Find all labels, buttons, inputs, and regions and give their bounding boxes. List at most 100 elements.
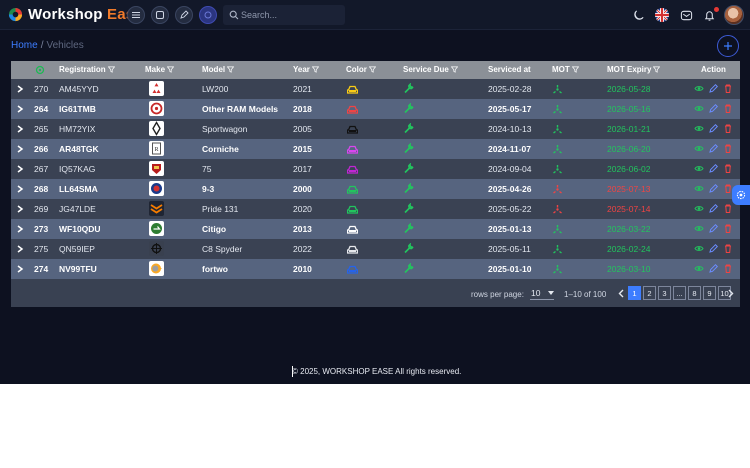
col-model[interactable]: Model: [202, 65, 235, 74]
expand-chevron-icon[interactable]: [17, 85, 24, 93]
col-mot[interactable]: MOT: [552, 65, 579, 74]
table-row[interactable]: 273 WF10QDU Citigo 2013 2025-01-13 2026-03-22: [11, 219, 740, 239]
table-row[interactable]: 275 QN59IEP C8 Spyder 2022 2025-05-11 2026-02…: [11, 239, 740, 259]
hamburger-icon: [132, 11, 140, 19]
expand-chevron-icon[interactable]: [17, 225, 24, 233]
messages-button[interactable]: [679, 8, 693, 22]
car-color-icon: [347, 165, 358, 174]
expand-chevron-icon[interactable]: [17, 165, 24, 173]
table-row[interactable]: 266 AR48TGK R Corniche 2015 2024-11-07 2026-06…: [11, 139, 740, 159]
edit-pencil-icon[interactable]: [708, 83, 718, 94]
table-row[interactable]: 268 LL64SMA 9-3 2000 2025-04-26 2025-07-13: [11, 179, 740, 199]
delete-trash-icon[interactable]: [723, 163, 733, 174]
dark-mode-toggle[interactable]: [631, 8, 645, 22]
table-row[interactable]: 269 JG47LDE Pride 131 2020 2025-05-22 2025-07…: [11, 199, 740, 219]
edit-pencil-icon[interactable]: [708, 143, 718, 154]
mot-expiry-cell: 2026-03-10: [607, 264, 651, 274]
filter-icon[interactable]: [653, 66, 661, 73]
page-ellipsis: ...: [673, 286, 686, 300]
expand-chevron-icon[interactable]: [17, 205, 24, 213]
view-eye-icon[interactable]: [694, 103, 704, 114]
view-eye-icon[interactable]: [694, 83, 704, 94]
mitsubishi-logo: [149, 81, 164, 96]
filter-icon[interactable]: [368, 66, 376, 73]
expand-chevron-icon[interactable]: [17, 265, 24, 273]
breadcrumb-home-link[interactable]: Home: [11, 40, 38, 51]
table-row[interactable]: 270 AM45YYD LW200 2021 2025-02-28 2026-05-28: [11, 79, 740, 99]
view-eye-icon[interactable]: [694, 163, 704, 174]
wrench-icon: [404, 143, 414, 154]
filter-icon[interactable]: [227, 66, 235, 73]
filter-icon[interactable]: [167, 66, 175, 73]
theme-circle-button[interactable]: [199, 6, 217, 24]
col-make[interactable]: Make: [145, 65, 175, 74]
filter-icon[interactable]: [311, 66, 319, 73]
page-button[interactable]: 2: [643, 286, 656, 300]
brand-name[interactable]: Workshop Ease: [28, 6, 143, 23]
col-color[interactable]: Color: [346, 65, 376, 74]
filter-icon[interactable]: [571, 66, 579, 73]
registration-cell: JG47LDE: [59, 204, 96, 214]
delete-trash-icon[interactable]: [723, 203, 733, 214]
serviced-at-cell: 2025-05-11: [488, 244, 531, 254]
model-cell: Sportwagon: [202, 124, 248, 134]
delete-trash-icon[interactable]: [723, 123, 733, 134]
rows-per-page-select[interactable]: 10: [530, 287, 554, 300]
edit-pencil-icon[interactable]: [708, 163, 718, 174]
edit-pencil-icon[interactable]: [708, 103, 718, 114]
view-eye-icon[interactable]: [694, 123, 704, 134]
view-eye-icon[interactable]: [694, 143, 704, 154]
delete-trash-icon[interactable]: [723, 223, 733, 234]
filter-icon[interactable]: [450, 66, 458, 73]
view-eye-icon[interactable]: [694, 263, 704, 274]
prev-page-icon[interactable]: [618, 289, 624, 298]
page-button[interactable]: 3: [658, 286, 671, 300]
page-button[interactable]: 9: [703, 286, 716, 300]
delete-trash-icon[interactable]: [723, 263, 733, 274]
language-flag-icon[interactable]: [655, 8, 669, 22]
settings-drawer-button[interactable]: [732, 185, 750, 205]
expand-chevron-icon[interactable]: [17, 185, 24, 193]
table-row[interactable]: 265 HM72YIX Sportwagon 2005 2024-10-13 2026-0…: [11, 119, 740, 139]
expand-chevron-icon[interactable]: [17, 105, 24, 113]
search-input[interactable]: [241, 7, 341, 23]
view-eye-icon[interactable]: [694, 183, 704, 194]
page-button[interactable]: 8: [688, 286, 701, 300]
svg-text:R: R: [154, 147, 158, 153]
delete-trash-icon[interactable]: [723, 103, 733, 114]
filter-icon[interactable]: [107, 66, 115, 73]
col-serviced-at[interactable]: Serviced at: [488, 65, 531, 74]
edit-pencil-icon[interactable]: [708, 183, 718, 194]
layout-button[interactable]: [151, 6, 169, 24]
user-avatar[interactable]: [724, 5, 744, 25]
edit-pencil-icon[interactable]: [708, 203, 718, 214]
table-row[interactable]: 274 NV99TFU fortwo 2010 2025-01-10 2026-03-10: [11, 259, 740, 279]
next-page-icon[interactable]: [728, 289, 734, 298]
table-row[interactable]: 267 IQ57KAG 75 2017 2024-09-04 2026-06-02: [11, 159, 740, 179]
table-row[interactable]: 264 IG61TMB Other RAM Models 2018 2025-05-17…: [11, 99, 740, 119]
col-registration[interactable]: Registration: [59, 65, 115, 74]
delete-trash-icon[interactable]: [723, 243, 733, 254]
expand-chevron-icon[interactable]: [17, 245, 24, 253]
page-button[interactable]: 1: [628, 286, 641, 300]
edit-pencil-icon[interactable]: [708, 263, 718, 274]
expand-chevron-icon[interactable]: [17, 125, 24, 133]
select-all-icon[interactable]: [35, 65, 45, 75]
delete-trash-icon[interactable]: [723, 83, 733, 94]
edit-pencil-icon[interactable]: [708, 243, 718, 254]
delete-trash-icon[interactable]: [723, 143, 733, 154]
menu-toggle-button[interactable]: [127, 6, 145, 24]
vehicle-id-cell: 266: [34, 144, 49, 154]
view-eye-icon[interactable]: [694, 203, 704, 214]
edit-pencil-icon[interactable]: [708, 223, 718, 234]
col-year[interactable]: Year: [293, 65, 319, 74]
col-service-due[interactable]: Service Due: [403, 65, 458, 74]
view-eye-icon[interactable]: [694, 243, 704, 254]
mot-expiry-cell: 2026-01-21: [607, 124, 651, 134]
edit-mode-button[interactable]: [175, 6, 193, 24]
view-eye-icon[interactable]: [694, 223, 704, 234]
add-vehicle-button[interactable]: [717, 35, 739, 57]
edit-pencil-icon[interactable]: [708, 123, 718, 134]
expand-chevron-icon[interactable]: [17, 145, 24, 153]
col-mot-expiry[interactable]: MOT Expiry: [607, 65, 661, 74]
